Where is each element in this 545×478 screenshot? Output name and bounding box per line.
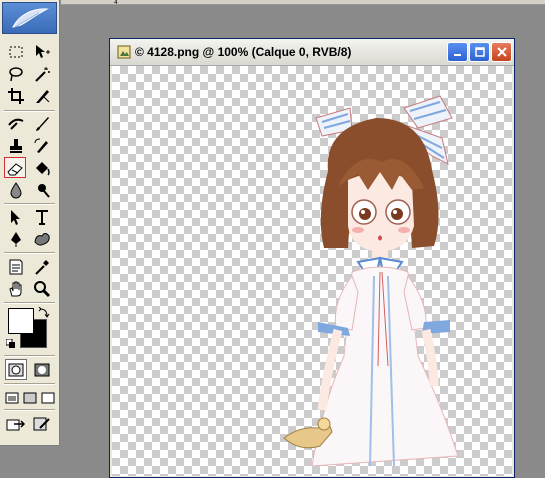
clone-stamp-icon [10, 138, 22, 153]
slice-tool[interactable] [31, 85, 53, 106]
blur-drop-icon [10, 181, 22, 198]
screen-mode-standard-icon [5, 392, 19, 403]
minimize-button[interactable] [447, 42, 468, 62]
document-title-bar[interactable]: © 4128.png @ 100% (Calque 0, RVB/8) [110, 39, 514, 66]
image-canvas[interactable] [112, 66, 512, 476]
paint-bucket-tool[interactable] [31, 157, 53, 178]
lasso-icon [9, 66, 23, 81]
history-brush-icon [34, 138, 48, 153]
artwork-girl-illustration [283, 95, 459, 467]
screen-mode-full-menu-icon [23, 392, 37, 403]
marquee-tool[interactable] [5, 41, 27, 62]
burn-icon [38, 183, 50, 198]
notes-icon [9, 259, 23, 274]
hand-icon [9, 281, 22, 296]
screen-mode-full[interactable] [40, 387, 56, 408]
pen-tool[interactable] [5, 228, 27, 249]
eyedropper-tool[interactable] [31, 256, 53, 277]
edit-in-imageready-button[interactable] [31, 413, 53, 434]
healing-brush-icon [8, 118, 24, 130]
close-button[interactable] [491, 42, 512, 62]
type-icon [36, 209, 48, 225]
notes-tool[interactable] [5, 256, 27, 277]
toolbox-separator [4, 252, 55, 254]
slice-icon [36, 89, 50, 103]
maximize-button[interactable] [469, 42, 490, 62]
jump-to-imageready-button[interactable] [5, 413, 27, 434]
blur-tool[interactable] [5, 179, 27, 200]
eyedropper-icon [35, 259, 49, 275]
screen-mode-standard[interactable] [4, 387, 20, 408]
type-tool[interactable] [31, 206, 53, 227]
crop-tool[interactable] [5, 85, 27, 106]
toolbox-separator [4, 409, 55, 411]
brush-icon [36, 116, 49, 131]
toolbox-separator [4, 355, 55, 357]
toolbox-header[interactable] [2, 2, 57, 34]
burn-tool[interactable] [31, 179, 53, 200]
screen-mode-full-menu[interactable] [22, 387, 38, 408]
toolbox-separator [4, 302, 55, 304]
standard-mode-icon [8, 363, 24, 376]
shape-icon [34, 232, 50, 246]
toolbox-separator [4, 203, 55, 205]
quick-mask-icon [34, 363, 50, 376]
swap-colors-icon[interactable] [38, 306, 50, 321]
clone-stamp-tool[interactable] [5, 135, 27, 156]
edit-in-imageready-icon [33, 417, 50, 430]
screen-mode-full-icon [41, 392, 55, 403]
feather-logo-icon [12, 8, 49, 28]
move-tool[interactable] [31, 41, 53, 62]
magic-wand-tool[interactable] [31, 63, 53, 84]
foreground-color-swatch[interactable] [8, 308, 34, 334]
arrow-icon [11, 209, 20, 225]
move-icon [36, 44, 50, 58]
hand-tool[interactable] [5, 278, 27, 299]
top-ruler: 4 [61, 0, 545, 6]
toolbox-panel [0, 0, 60, 446]
custom-shape-tool[interactable] [31, 228, 53, 249]
toolbox-separator [4, 110, 55, 112]
maximize-icon [474, 47, 485, 57]
document-icon [117, 45, 131, 59]
document-title: © 4128.png @ 100% (Calque 0, RVB/8) [135, 45, 352, 59]
lasso-tool[interactable] [5, 63, 27, 84]
default-colors-icon[interactable] [5, 338, 16, 351]
document-window: © 4128.png @ 100% (Calque 0, RVB/8) [109, 38, 515, 478]
marquee-icon [9, 46, 23, 57]
eraser-icon [7, 162, 23, 175]
minimize-icon [453, 54, 461, 56]
zoom-tool[interactable] [31, 278, 53, 299]
zoom-icon [34, 280, 51, 297]
ruler-tick-label: 4 [114, 0, 118, 6]
paint-bucket-icon [36, 161, 50, 176]
standard-mode-button[interactable] [5, 359, 27, 380]
magic-wand-icon [35, 66, 50, 82]
quick-mask-button[interactable] [31, 359, 53, 380]
history-brush-tool[interactable] [31, 135, 53, 156]
pen-icon [11, 231, 21, 247]
brush-tool[interactable] [31, 113, 53, 134]
crop-icon [8, 87, 24, 104]
path-selection-tool[interactable] [5, 206, 27, 227]
eraser-tool[interactable] [4, 157, 26, 178]
healing-brush-tool[interactable] [5, 113, 27, 134]
jump-to-imageready-icon [6, 419, 26, 430]
close-icon [496, 47, 507, 57]
toolbox-separator [4, 383, 55, 385]
